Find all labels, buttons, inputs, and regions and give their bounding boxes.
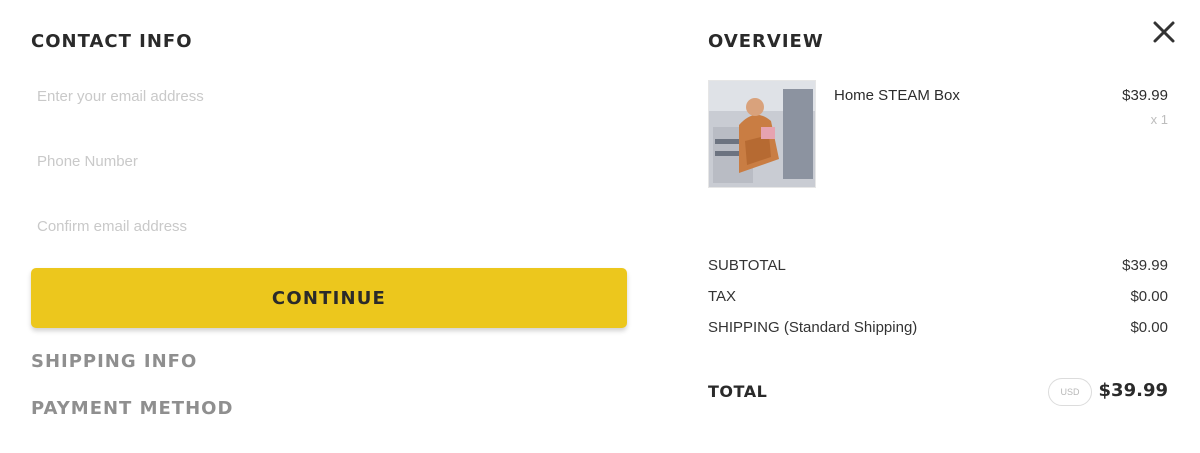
contact-info-heading: CONTACT INFO — [31, 31, 193, 52]
tax-label: TAX — [708, 288, 737, 305]
shipping-row-label: SHIPPING (Standard Shipping) — [708, 319, 917, 336]
shipping-method: (Standard Shipping) — [783, 319, 918, 336]
continue-button[interactable]: CONTINUE — [31, 268, 627, 328]
email-field[interactable] — [31, 78, 627, 114]
contact-panel: CONTACT INFO CONTINUE SHIPPING INFO PAYM… — [31, 0, 627, 453]
confirm-email-field[interactable] — [31, 208, 627, 244]
overview-panel: OVERVIEW Home STEAM Box $39.99 x 1 SUBTO… — [708, 0, 1168, 453]
subtotal-value: $39.99 — [1122, 257, 1168, 274]
product-quantity: x 1 — [1150, 112, 1168, 127]
product-price: $39.99 — [1122, 87, 1168, 104]
shipping-label: SHIPPING — [708, 319, 780, 336]
overview-heading: OVERVIEW — [708, 31, 824, 52]
phone-field[interactable] — [31, 143, 627, 179]
product-name: Home STEAM Box — [834, 87, 960, 104]
close-icon — [1153, 21, 1175, 43]
payment-method-heading[interactable]: PAYMENT METHOD — [31, 398, 233, 419]
total-label: TOTAL — [708, 382, 768, 401]
currency-badge: USD — [1048, 378, 1092, 406]
shipping-value: $0.00 — [1130, 319, 1168, 336]
tax-value: $0.00 — [1130, 288, 1168, 305]
shipping-info-heading[interactable]: SHIPPING INFO — [31, 351, 197, 372]
close-button[interactable] — [1150, 18, 1178, 46]
product-image-graphic — [709, 81, 815, 187]
subtotal-label: SUBTOTAL — [708, 257, 786, 274]
product-image — [708, 80, 816, 188]
total-value: $39.99 — [1098, 380, 1168, 401]
